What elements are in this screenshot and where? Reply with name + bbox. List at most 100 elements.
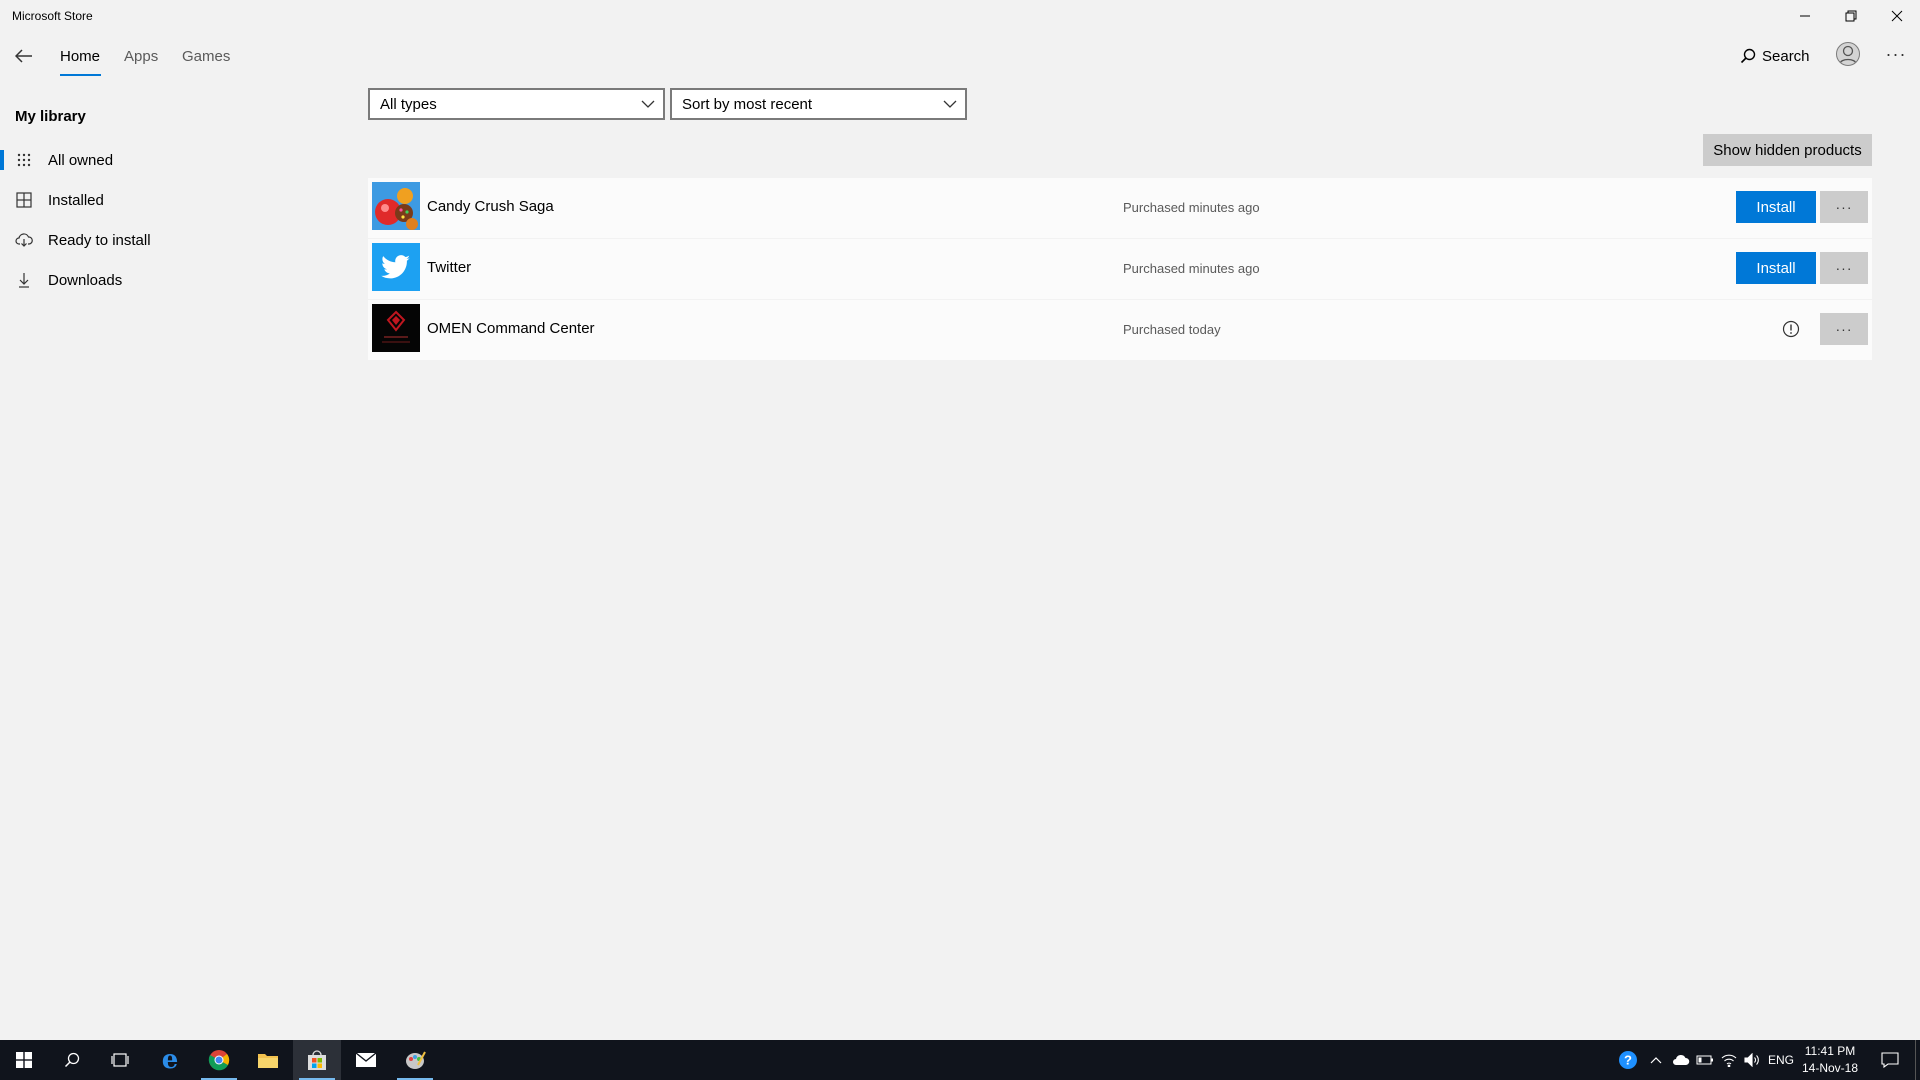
purchase-status: Purchased minutes ago [1123,200,1260,215]
grid-dots-icon [14,150,34,170]
show-hidden-products-button[interactable]: Show hidden products [1703,134,1872,166]
sidebar-item-downloads[interactable]: Downloads [0,262,360,298]
type-filter-dropdown[interactable]: All types [368,88,665,120]
clock-date: 14-Nov-18 [1801,1061,1859,1075]
taskbar-file-explorer[interactable] [244,1040,292,1080]
tab-home[interactable]: Home [60,48,100,65]
sidebar-item-label: All owned [48,151,114,169]
battery-icon [1696,1055,1713,1065]
product-name: OMEN Command Center [427,320,595,337]
more-options-button[interactable]: ··· [1882,42,1910,66]
window-title: Microsoft Store [12,9,93,23]
tray-network[interactable] [1718,1040,1740,1080]
purchase-status: Purchased today [1123,322,1221,337]
chevron-up-icon [1650,1057,1662,1064]
notification-icon [1881,1052,1899,1068]
taskbar-mail[interactable] [342,1040,390,1080]
tray-language[interactable]: ENG [1766,1040,1796,1080]
tray-overflow[interactable] [1646,1040,1666,1080]
install-button[interactable]: Install [1736,252,1816,284]
top-navigation: Home Apps Games Search ··· [0,32,1920,80]
edge-browser-icon: e [161,1045,179,1075]
cloud-download-icon [14,230,34,250]
chrome-browser-icon [208,1050,230,1071]
search-label: Search [1762,47,1810,65]
purchase-status: Purchased minutes ago [1123,261,1260,276]
taskbar-microsoft-store[interactable] [293,1040,341,1080]
account-avatar[interactable] [1836,42,1860,66]
tab-apps[interactable]: Apps [124,48,158,65]
product-name: Twitter [427,259,472,276]
search-icon [1740,48,1756,64]
tray-onedrive[interactable] [1670,1040,1692,1080]
item-more-button[interactable]: ··· [1820,252,1868,284]
sidebar-item-ready-to-install[interactable]: Ready to install [0,222,360,258]
svg-text:?: ? [1624,1053,1632,1068]
volume-icon [1744,1053,1759,1067]
chevron-down-icon [943,100,957,108]
tray-volume[interactable] [1742,1040,1764,1080]
taskbar-app[interactable] [391,1040,439,1080]
taskbar-search-button[interactable] [48,1040,96,1080]
selection-indicator [0,150,4,170]
taskbar-chrome[interactable] [195,1040,243,1080]
restore-icon [1845,10,1857,22]
taskbar: e ? ENG 11:41 PM 14-Nov-18 [0,1040,1920,1080]
list-item[interactable]: Twitter Purchased minutes ago Install ··… [368,239,1872,299]
sidebar-item-label: Downloads [48,271,123,289]
type-filter-value: All types [380,95,437,113]
list-item[interactable]: OMEN Command Center Purchased today ··· [368,300,1872,360]
taskbar-edge[interactable]: e [146,1040,194,1080]
back-arrow-icon [15,49,32,63]
taskbar-clock[interactable]: 11:41 PM 14-Nov-18 [1800,1043,1860,1077]
sidebar-item-all-owned[interactable]: All owned [0,142,360,178]
store-bag-icon [308,1050,326,1070]
action-center-button[interactable] [1870,1040,1910,1080]
sort-value: Sort by most recent [682,95,813,113]
download-arrow-icon [14,270,34,290]
omen-app-icon [372,304,420,352]
tray-help[interactable]: ? [1616,1040,1640,1080]
list-item[interactable]: Candy Crush Saga Purchased minutes ago I… [368,178,1872,238]
installed-grid-icon [14,190,34,210]
sidebar-item-label: Installed [48,191,104,209]
restore-button[interactable] [1828,0,1874,32]
folder-icon [258,1054,278,1068]
search-button[interactable]: Search [1740,44,1810,68]
minimize-button[interactable] [1782,0,1828,32]
search-icon [64,1052,80,1068]
candy-crush-app-icon [372,182,420,230]
mail-icon [355,1052,377,1067]
sort-dropdown[interactable]: Sort by most recent [670,88,967,120]
close-icon [1891,10,1903,22]
sidebar-item-label: Ready to install [48,231,151,249]
help-icon: ? [1619,1051,1637,1069]
cloud-icon [1673,1054,1690,1065]
install-button[interactable]: Install [1736,191,1816,223]
item-more-button[interactable]: ··· [1820,313,1868,345]
task-view-button[interactable] [96,1040,144,1080]
show-desktop-button[interactable] [1915,1040,1920,1080]
chevron-down-icon [641,100,655,108]
paint-app-icon [406,1051,426,1069]
twitter-app-icon [372,243,420,291]
close-button[interactable] [1874,0,1920,32]
info-icon[interactable] [1781,319,1801,339]
minimize-icon [1800,15,1810,17]
tab-games[interactable]: Games [182,48,230,65]
tray-battery[interactable] [1694,1040,1716,1080]
product-name: Candy Crush Saga [427,198,554,215]
my-library-heading: My library [15,108,86,125]
task-view-icon [111,1053,129,1067]
start-button[interactable] [0,1040,48,1080]
title-bar: Microsoft Store [0,0,1920,32]
active-tab-indicator [60,74,101,76]
item-more-button[interactable]: ··· [1820,191,1868,223]
sidebar-item-installed[interactable]: Installed [0,182,360,218]
windows-logo-icon [16,1052,32,1068]
wifi-icon [1721,1054,1737,1067]
clock-time: 11:41 PM [1804,1044,1856,1058]
user-icon [1839,45,1857,65]
product-list: Candy Crush Saga Purchased minutes ago I… [368,178,1872,361]
back-button[interactable] [8,40,40,72]
